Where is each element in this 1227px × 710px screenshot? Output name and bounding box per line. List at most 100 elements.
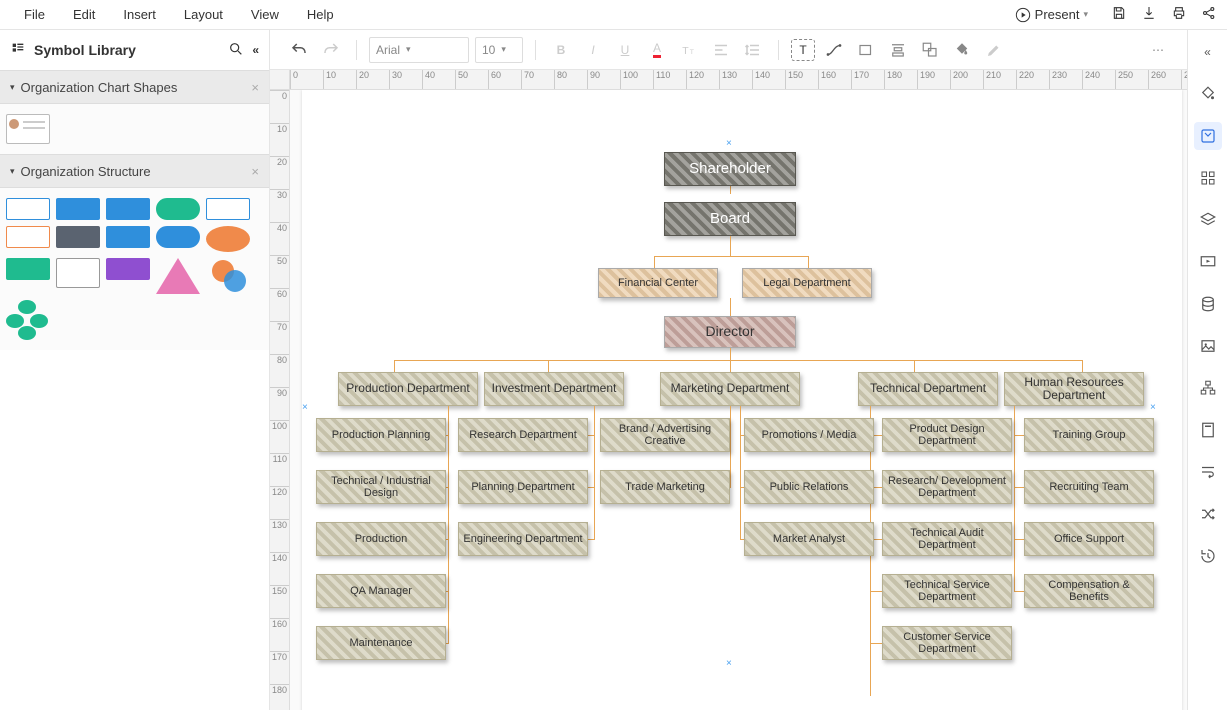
collapse-right-icon[interactable]: «: [1194, 38, 1222, 66]
node-leaf[interactable]: Technical Audit Department: [882, 522, 1012, 556]
node-marketing-dept[interactable]: Marketing Department: [660, 372, 800, 406]
bold-button[interactable]: B: [548, 37, 574, 63]
undo-button[interactable]: [286, 37, 312, 63]
accordion-org-structure[interactable]: ▾ Organization Structure ×: [0, 154, 269, 188]
font-color-button[interactable]: A: [644, 37, 670, 63]
underline-button[interactable]: U: [612, 37, 638, 63]
node-leaf[interactable]: Compensation & Benefits: [1024, 574, 1154, 608]
shape-thumb[interactable]: [156, 258, 200, 294]
menu-layout[interactable]: Layout: [170, 2, 237, 27]
node-director[interactable]: Director: [664, 316, 796, 348]
properties-panel-icon[interactable]: [1194, 122, 1222, 150]
group-button[interactable]: [917, 37, 943, 63]
shuffle-icon[interactable]: [1194, 500, 1222, 528]
more-button[interactable]: ⋯: [1145, 37, 1171, 63]
menu-help[interactable]: Help: [293, 2, 348, 27]
node-leaf[interactable]: Research/ Development Department: [882, 470, 1012, 504]
orgchart-icon[interactable]: [1194, 374, 1222, 402]
node-financial[interactable]: Financial Center: [598, 268, 718, 298]
node-leaf[interactable]: Research Department: [458, 418, 588, 452]
wrap-icon[interactable]: [1194, 458, 1222, 486]
shape-button[interactable]: [853, 37, 879, 63]
node-leaf[interactable]: Office Support: [1024, 522, 1154, 556]
close-icon[interactable]: ×: [251, 80, 259, 95]
accordion-org-shapes[interactable]: ▾ Organization Chart Shapes ×: [0, 70, 269, 104]
size-select[interactable]: 10▾: [475, 37, 523, 63]
align-button[interactable]: [708, 37, 734, 63]
node-board[interactable]: Board: [664, 202, 796, 236]
node-shareholder[interactable]: Shareholder: [664, 152, 796, 186]
shape-thumb[interactable]: [156, 226, 200, 248]
save-icon[interactable]: [1111, 5, 1127, 24]
connector-button[interactable]: [821, 37, 847, 63]
present-button[interactable]: Present ▾: [1006, 3, 1097, 27]
image-icon[interactable]: [1194, 332, 1222, 360]
node-leaf[interactable]: Recruiting Team: [1024, 470, 1154, 504]
node-leaf[interactable]: Training Group: [1024, 418, 1154, 452]
slideshow-icon[interactable]: [1194, 248, 1222, 276]
shape-thumb[interactable]: [56, 258, 100, 288]
redo-button[interactable]: [318, 37, 344, 63]
canvas[interactable]: × × × × Shareholder Board Financial Cent…: [290, 90, 1187, 710]
menu-view[interactable]: View: [237, 2, 293, 27]
shape-thumb[interactable]: [56, 198, 100, 220]
download-icon[interactable]: [1141, 5, 1157, 24]
node-leaf[interactable]: Public Relations: [744, 470, 874, 504]
shape-thumb[interactable]: [106, 198, 150, 220]
font-select[interactable]: Arial▾: [369, 37, 469, 63]
history-icon[interactable]: [1194, 542, 1222, 570]
node-production-dept[interactable]: Production Department: [338, 372, 478, 406]
print-icon[interactable]: [1171, 5, 1187, 24]
shape-thumb[interactable]: [206, 198, 250, 220]
node-leaf[interactable]: Promotions / Media: [744, 418, 874, 452]
page-icon[interactable]: [1194, 416, 1222, 444]
node-hr-dept[interactable]: Human Resources Department: [1004, 372, 1144, 406]
node-leaf[interactable]: Customer Service Department: [882, 626, 1012, 660]
node-technical-dept[interactable]: Technical Department: [858, 372, 998, 406]
shape-thumb[interactable]: [106, 258, 150, 280]
shape-thumb[interactable]: [6, 258, 50, 280]
node-leaf[interactable]: Market Analyst: [744, 522, 874, 556]
shape-thumb[interactable]: [6, 300, 50, 340]
layers-icon[interactable]: [1194, 206, 1222, 234]
node-leaf[interactable]: Trade Marketing: [600, 470, 730, 504]
node-leaf[interactable]: QA Manager: [316, 574, 446, 608]
menu-file[interactable]: File: [10, 2, 59, 27]
close-icon[interactable]: ×: [251, 164, 259, 179]
shape-thumb[interactable]: [6, 198, 50, 220]
node-leaf[interactable]: Planning Department: [458, 470, 588, 504]
line-spacing-button[interactable]: [740, 37, 766, 63]
node-legal[interactable]: Legal Department: [742, 268, 872, 298]
search-icon[interactable]: [228, 41, 244, 60]
shape-thumb[interactable]: [206, 226, 250, 252]
menu-insert[interactable]: Insert: [109, 2, 170, 27]
align-objects-button[interactable]: [885, 37, 911, 63]
share-icon[interactable]: [1201, 5, 1217, 24]
fill-tool-icon[interactable]: [1194, 80, 1222, 108]
text-box-button[interactable]: T: [791, 39, 815, 61]
node-leaf[interactable]: Technical / Industrial Design: [316, 470, 446, 504]
node-leaf[interactable]: Technical Service Department: [882, 574, 1012, 608]
shape-thumb[interactable]: [6, 114, 50, 144]
shape-thumb[interactable]: [6, 226, 50, 248]
node-leaf[interactable]: Production: [316, 522, 446, 556]
brush-button[interactable]: [981, 37, 1007, 63]
grid-icon[interactable]: [1194, 164, 1222, 192]
node-leaf[interactable]: Engineering Department: [458, 522, 588, 556]
collapse-left-icon[interactable]: «: [252, 43, 259, 57]
shape-thumb[interactable]: [156, 198, 200, 220]
node-leaf[interactable]: Brand / Advertising Creative: [600, 418, 730, 452]
database-icon[interactable]: [1194, 290, 1222, 318]
shape-thumb[interactable]: [206, 258, 250, 294]
size-value: 10: [482, 43, 495, 57]
text-size-button[interactable]: TT: [676, 37, 702, 63]
node-leaf[interactable]: Product Design Department: [882, 418, 1012, 452]
node-leaf[interactable]: Production Planning: [316, 418, 446, 452]
node-investment-dept[interactable]: Investment Department: [484, 372, 624, 406]
shape-thumb[interactable]: [106, 226, 150, 248]
menu-edit[interactable]: Edit: [59, 2, 109, 27]
shape-thumb[interactable]: [56, 226, 100, 248]
fill-button[interactable]: [949, 37, 975, 63]
node-leaf[interactable]: Maintenance: [316, 626, 446, 660]
italic-button[interactable]: I: [580, 37, 606, 63]
